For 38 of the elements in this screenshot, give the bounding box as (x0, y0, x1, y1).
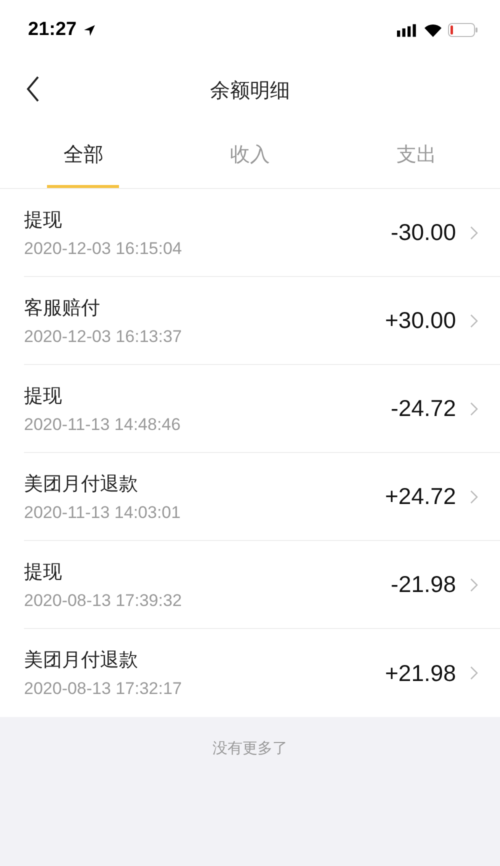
transaction-amount: +21.98 (385, 660, 456, 686)
transaction-row[interactable]: 客服赔付 2020-12-03 16:13:37 +30.00 (24, 277, 500, 365)
transaction-name: 客服赔付 (24, 296, 101, 320)
transaction-name: 提现 (24, 384, 63, 408)
transaction-amount: -24.72 (390, 395, 456, 422)
transaction-row[interactable]: 提现 2020-11-13 14:48:46 -24.72 (24, 365, 500, 453)
transaction-name: 提现 (24, 208, 63, 232)
back-icon[interactable] (26, 76, 40, 102)
transaction-row[interactable]: 提现 2020-12-03 16:15:04 -30.00 (24, 189, 500, 277)
battery-icon (448, 23, 478, 37)
transaction-amount: +24.72 (385, 483, 456, 510)
transaction-amount: -21.98 (390, 571, 456, 598)
transaction-name: 提现 (24, 560, 63, 584)
status-time: 21:27 (28, 19, 77, 41)
page-title: 余额明细 (210, 76, 290, 104)
location-arrow-icon (82, 24, 96, 36)
transaction-time: 2020-11-13 14:03:01 (24, 502, 182, 522)
transaction-name: 美团月付退款 (24, 648, 139, 673)
transaction-time: 2020-08-13 17:39:32 (24, 590, 183, 610)
chevron-icon (470, 666, 478, 680)
chevron-icon (470, 402, 478, 416)
chevron-icon (470, 314, 478, 328)
transaction-amount: +30.00 (385, 307, 456, 334)
transaction-time: 2020-08-13 17:32:17 (24, 679, 183, 699)
transaction-amount: -30.00 (390, 219, 456, 246)
chevron-icon (470, 490, 478, 504)
transaction-row[interactable]: 美团月付退款 2020-08-13 17:32:17 +21.98 (24, 629, 500, 717)
transaction-time: 2020-12-03 16:15:04 (24, 238, 183, 258)
end-of-list-text: 没有更多了 (212, 739, 288, 759)
chevron-icon (470, 226, 478, 240)
transaction-name: 美团月付退款 (24, 472, 139, 496)
transaction-row[interactable]: 提现 2020-08-13 17:39:32 -21.98 (24, 541, 500, 629)
chevron-icon (470, 578, 478, 592)
wifi-icon (424, 24, 442, 36)
transaction-time: 2020-11-13 14:48:46 (24, 414, 182, 434)
transaction-row[interactable]: 美团月付退款 2020-11-13 14:03:01 +24.72 (24, 453, 500, 541)
signal-icon (397, 24, 418, 36)
transaction-time: 2020-12-03 16:13:37 (24, 326, 183, 346)
